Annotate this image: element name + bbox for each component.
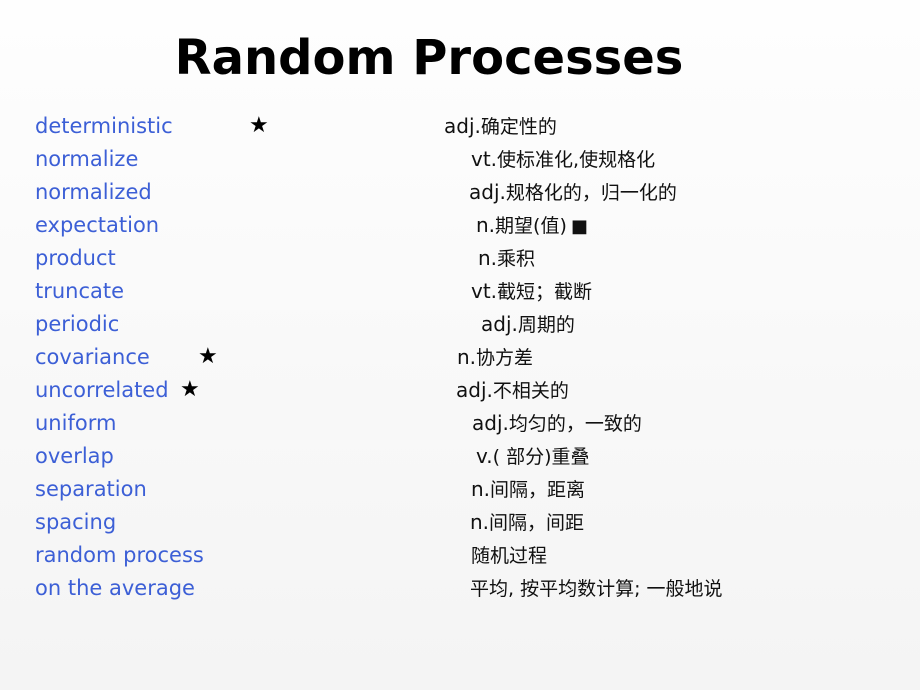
vocab-definition: n.间隔，间距 — [470, 507, 584, 538]
vocab-row: uniform adj.均匀的，一致的 — [0, 408, 920, 441]
star-icon: ★ — [198, 344, 218, 369]
vocab-row: product n.乘积 — [0, 243, 920, 276]
vocab-term: spacing — [35, 510, 117, 534]
vocab-row: deterministic ★ adj.确定性的 — [0, 111, 920, 144]
part-of-speech: adj. — [472, 411, 509, 435]
vocab-definition: adj.不相关的 — [456, 375, 569, 406]
vocab-term: on the average — [35, 576, 195, 600]
vocab-row: periodic adj.周期的 — [0, 309, 920, 342]
vocab-definition: n.间隔，距离 — [471, 474, 585, 505]
vocab-term: normalized — [35, 180, 152, 204]
vocab-meaning: 随机过程 — [471, 545, 548, 567]
vocab-definition: v.( 部分)重叠 — [476, 441, 590, 472]
vocab-meaning: 不相关的 — [492, 380, 569, 402]
part-of-speech: adj. — [481, 312, 518, 336]
vocab-meaning: 确定性的 — [480, 116, 557, 138]
vocab-definition: adj.周期的 — [481, 309, 575, 340]
part-of-speech: vt. — [471, 147, 498, 171]
vocab-definition: 平均, 按平均数计算; 一般地说 — [470, 573, 723, 604]
vocab-meaning: 规格化的，归一化的 — [505, 182, 677, 204]
vocab-row: on the average 平均, 按平均数计算; 一般地说 — [0, 573, 920, 606]
square-marker-icon: ■ — [570, 216, 588, 237]
part-of-speech: n. — [471, 477, 491, 501]
part-of-speech: n. — [478, 246, 498, 270]
vocab-definition: n.期望(值) ■ — [476, 210, 588, 242]
vocab-definition: n.协方差 — [457, 342, 533, 373]
vocab-meaning: 均匀的，一致的 — [508, 413, 642, 435]
star-icon: ★ — [180, 377, 200, 402]
vocab-term: periodic — [35, 312, 120, 336]
vocab-term: truncate — [35, 279, 125, 303]
vocab-definition: 随机过程 — [471, 540, 547, 571]
vocab-definition: adj.规格化的，归一化的 — [469, 177, 677, 208]
vocab-row: overlap v.( 部分)重叠 — [0, 441, 920, 474]
vocab-term: uncorrelated — [35, 378, 169, 402]
vocab-definition: vt.使标准化,使规格化 — [471, 144, 655, 175]
vocab-row: truncate vt.截短；截断 — [0, 276, 920, 309]
part-of-speech: v. — [476, 444, 493, 468]
star-icon: ★ — [249, 113, 269, 138]
vocab-definition: adj.确定性的 — [444, 111, 557, 142]
vocab-meaning: 乘积 — [497, 248, 536, 270]
vocab-meaning: 平均, 按平均数计算; 一般地说 — [470, 578, 723, 600]
vocab-row: random process 随机过程 — [0, 540, 920, 573]
part-of-speech: adj. — [469, 180, 506, 204]
vocab-term: overlap — [35, 444, 114, 468]
page-title: Random Processes — [174, 30, 684, 86]
vocab-meaning: 间隔，间距 — [489, 512, 585, 534]
part-of-speech: vt. — [471, 279, 498, 303]
vocab-term: covariance — [35, 345, 150, 369]
vocab-row: spacing n.间隔，间距 — [0, 507, 920, 540]
part-of-speech: n. — [457, 345, 477, 369]
vocab-meaning: 周期的 — [517, 314, 575, 336]
part-of-speech: n. — [470, 510, 490, 534]
vocab-term: deterministic — [35, 114, 173, 138]
vocab-term: product — [35, 246, 116, 270]
vocab-term: separation — [35, 477, 147, 501]
vocab-row: separation n.间隔，距离 — [0, 474, 920, 507]
vocab-meaning: ( 部分)重叠 — [492, 446, 590, 468]
vocab-meaning: 使标准化,使规格化 — [497, 149, 656, 171]
vocab-definition: n.乘积 — [478, 243, 535, 274]
vocab-term: uniform — [35, 411, 117, 435]
vocab-row: expectation n.期望(值) ■ — [0, 210, 920, 243]
vocab-row: uncorrelated ★ adj.不相关的 — [0, 375, 920, 408]
vocab-definition: vt.截短；截断 — [471, 276, 592, 307]
part-of-speech: n. — [476, 213, 496, 237]
vocab-meaning: 截短；截断 — [497, 281, 593, 303]
part-of-speech: adj. — [456, 378, 493, 402]
vocab-term: expectation — [35, 213, 160, 237]
part-of-speech: adj. — [444, 114, 481, 138]
vocab-meaning: 间隔，距离 — [490, 479, 586, 501]
vocab-term: random process — [35, 543, 204, 567]
vocab-row: normalize vt.使标准化,使规格化 — [0, 144, 920, 177]
vocab-meaning: 期望(值) — [495, 215, 567, 237]
vocab-row: covariance ★ n.协方差 — [0, 342, 920, 375]
vocab-definition: adj.均匀的，一致的 — [472, 408, 642, 439]
vocab-row: normalized adj.规格化的，归一化的 — [0, 177, 920, 210]
vocab-meaning: 协方差 — [476, 347, 534, 369]
vocab-term: normalize — [35, 147, 139, 171]
